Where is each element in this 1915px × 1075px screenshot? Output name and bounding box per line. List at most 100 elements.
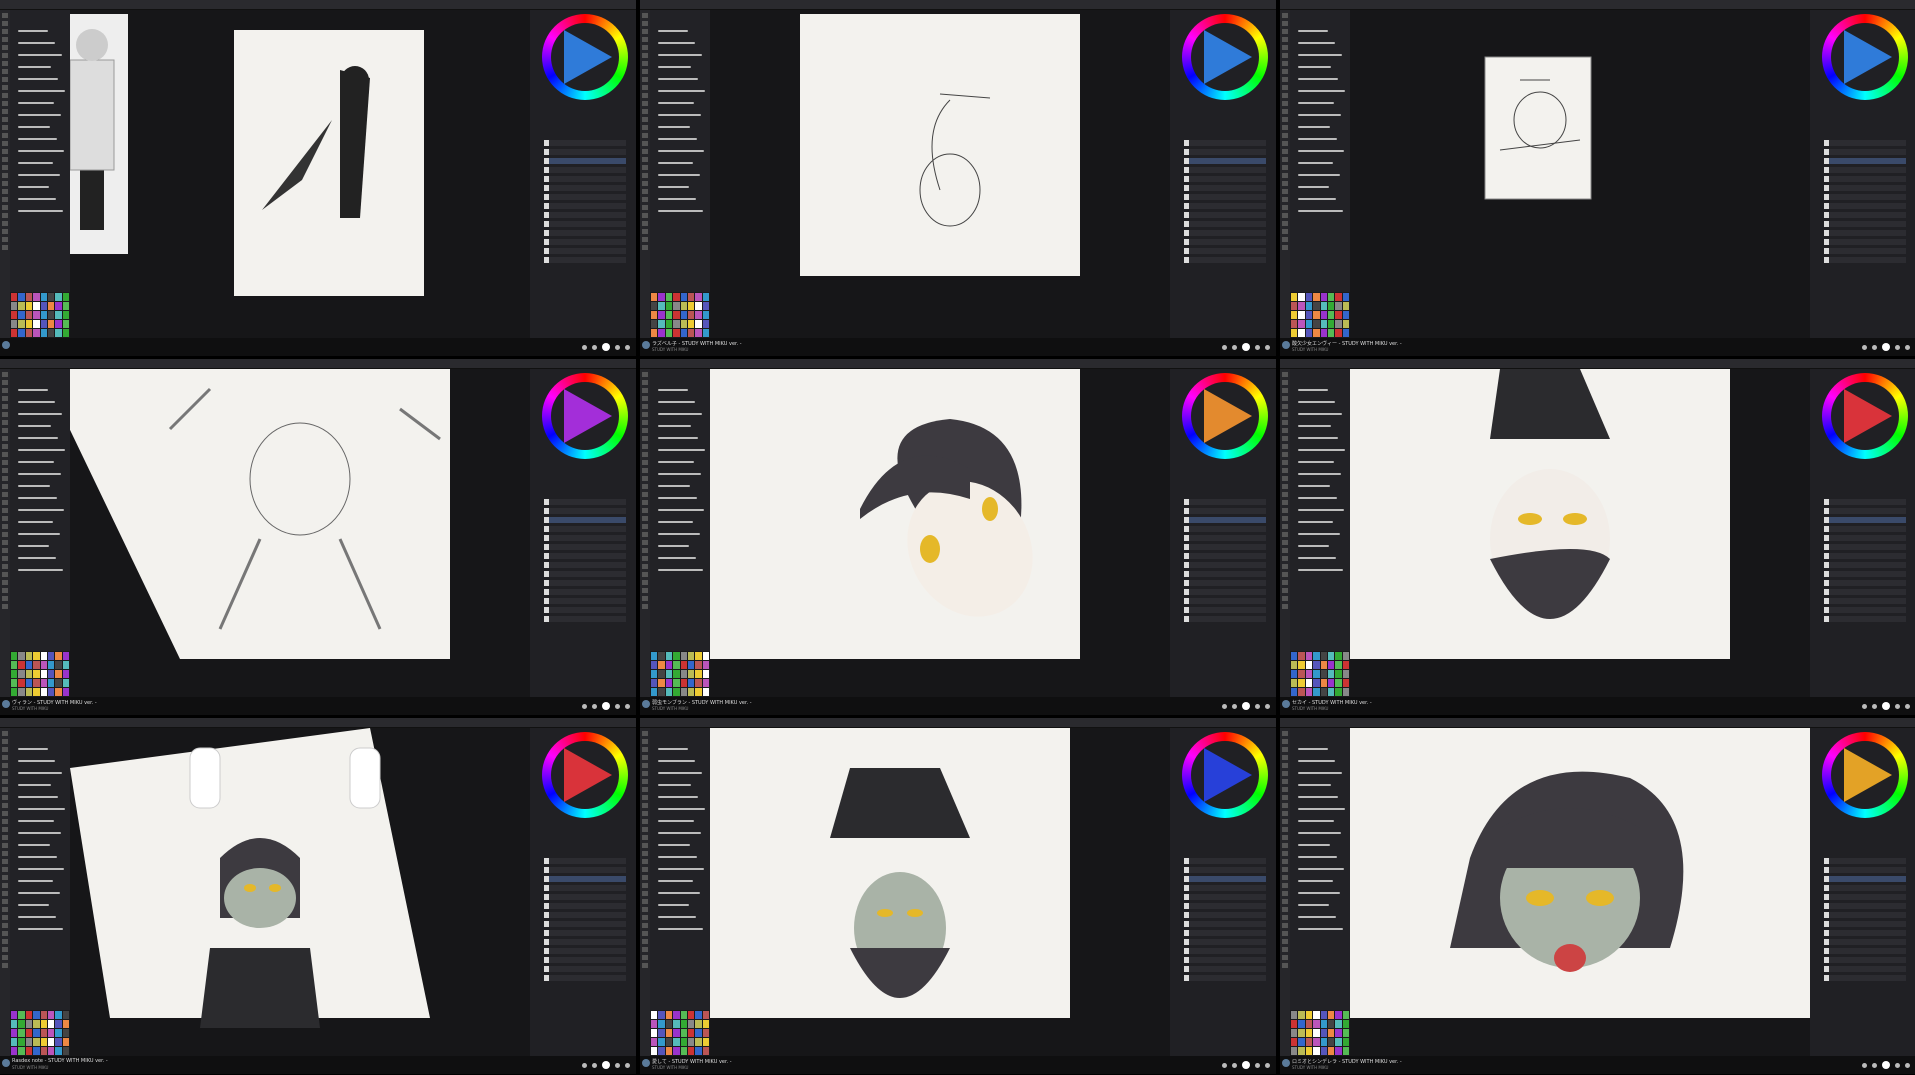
layer-item[interactable]	[544, 194, 626, 200]
channel-avatar[interactable]	[642, 700, 650, 708]
color-swatch[interactable]	[651, 688, 658, 696]
brush-preset[interactable]	[18, 150, 64, 152]
layer-item[interactable]	[1824, 185, 1906, 191]
tool-icon[interactable]	[642, 883, 648, 888]
settings-icon[interactable]	[1862, 703, 1867, 709]
color-swatch[interactable]	[673, 661, 680, 669]
color-swatch[interactable]	[695, 679, 702, 687]
brush-preset[interactable]	[658, 174, 700, 176]
brush-preset[interactable]	[658, 461, 694, 463]
tool-icon[interactable]	[1282, 173, 1288, 178]
tool-icon[interactable]	[642, 931, 648, 936]
layer-item[interactable]	[544, 553, 626, 559]
brush-preset[interactable]	[658, 497, 697, 499]
brush-preset[interactable]	[18, 126, 50, 128]
tool-icon[interactable]	[2, 181, 8, 186]
tool-icon[interactable]	[642, 540, 648, 545]
color-swatch[interactable]	[687, 679, 695, 687]
tool-icon[interactable]	[2, 189, 8, 194]
tool-icon[interactable]	[1282, 53, 1288, 58]
tool-icon[interactable]	[1282, 604, 1288, 609]
color-swatch[interactable]	[33, 670, 40, 678]
volume-icon[interactable]	[1905, 344, 1910, 350]
color-swatch[interactable]	[1327, 302, 1335, 310]
color-swatch[interactable]	[33, 688, 40, 696]
tool-icon[interactable]	[2, 931, 8, 936]
layer-item[interactable]	[1184, 580, 1266, 586]
layer-item[interactable]	[1184, 248, 1266, 254]
color-swatch[interactable]	[55, 302, 62, 310]
settings-icon[interactable]	[1862, 344, 1867, 350]
brush-preset[interactable]	[658, 832, 701, 834]
brush-preset[interactable]	[18, 832, 61, 834]
brush-preset[interactable]	[658, 545, 689, 547]
color-swatch[interactable]	[1305, 329, 1313, 337]
tool-icon[interactable]	[1282, 229, 1288, 234]
tool-icon[interactable]	[2, 500, 8, 505]
color-swatch[interactable]	[1305, 670, 1313, 678]
color-swatch[interactable]	[1335, 1029, 1342, 1037]
color-swatch[interactable]	[1305, 679, 1313, 687]
color-swatch[interactable]	[1305, 320, 1313, 328]
tool-palette[interactable]	[1280, 728, 1290, 1074]
color-swatch[interactable]	[702, 670, 709, 678]
tool-icon[interactable]	[642, 859, 648, 864]
color-swatch[interactable]	[702, 1020, 709, 1028]
layer-item[interactable]	[544, 858, 626, 864]
pause-icon[interactable]	[602, 343, 610, 351]
color-swatch[interactable]	[651, 320, 658, 328]
tool-icon[interactable]	[1282, 859, 1288, 864]
layer-item[interactable]	[544, 248, 626, 254]
layer-item[interactable]	[544, 580, 626, 586]
color-swatch[interactable]	[702, 1029, 709, 1037]
color-swatch[interactable]	[33, 293, 40, 301]
tool-icon[interactable]	[642, 444, 648, 449]
color-swatch[interactable]	[1342, 293, 1349, 301]
color-swatch[interactable]	[1320, 1020, 1327, 1028]
tool-icon[interactable]	[1282, 420, 1288, 425]
tool-icon[interactable]	[2, 907, 8, 912]
brush-preset[interactable]	[658, 844, 690, 846]
brush-preset[interactable]	[658, 557, 696, 559]
video-title[interactable]: セカイ - STUDY WITH MIKU ver. -	[1292, 699, 1372, 706]
layer-item[interactable]	[1824, 167, 1906, 173]
color-swatch[interactable]	[18, 652, 25, 660]
color-swatch[interactable]	[680, 661, 687, 669]
color-swatch[interactable]	[665, 1047, 673, 1055]
color-palette[interactable]	[650, 1010, 710, 1056]
tool-icon[interactable]	[1282, 755, 1288, 760]
tool-icon[interactable]	[642, 420, 648, 425]
brush-preset[interactable]	[18, 114, 61, 116]
layer-item[interactable]	[1184, 966, 1266, 972]
color-swatch[interactable]	[18, 1038, 25, 1046]
layer-item[interactable]	[1824, 158, 1906, 164]
color-swatch[interactable]	[40, 670, 47, 678]
brush-preset[interactable]	[18, 138, 57, 140]
color-swatch[interactable]	[651, 329, 658, 337]
color-swatch[interactable]	[25, 688, 33, 696]
color-swatch[interactable]	[1327, 688, 1335, 696]
tool-icon[interactable]	[2, 787, 8, 792]
tool-icon[interactable]	[642, 851, 648, 856]
layer-item[interactable]	[1824, 580, 1906, 586]
tool-icon[interactable]	[1282, 564, 1288, 569]
brush-preset[interactable]	[18, 880, 53, 882]
color-swatch[interactable]	[47, 293, 55, 301]
layer-item[interactable]	[1184, 876, 1266, 882]
layer-item[interactable]	[1184, 598, 1266, 604]
tool-icon[interactable]	[2, 755, 8, 760]
color-swatch[interactable]	[1291, 320, 1298, 328]
layer-item[interactable]	[544, 939, 626, 945]
settings-icon[interactable]	[1222, 1062, 1227, 1068]
layer-item[interactable]	[1184, 858, 1266, 864]
brush-preset[interactable]	[1298, 54, 1342, 56]
layer-item[interactable]	[1824, 894, 1906, 900]
tool-icon[interactable]	[2, 412, 8, 417]
color-swatch[interactable]	[11, 311, 18, 319]
color-swatch[interactable]	[1291, 1038, 1298, 1046]
color-palette[interactable]	[1290, 651, 1350, 697]
skip-icon[interactable]	[1872, 703, 1877, 709]
brush-preset[interactable]	[18, 820, 54, 822]
color-swatch[interactable]	[18, 670, 25, 678]
pause-icon[interactable]	[1242, 343, 1250, 351]
